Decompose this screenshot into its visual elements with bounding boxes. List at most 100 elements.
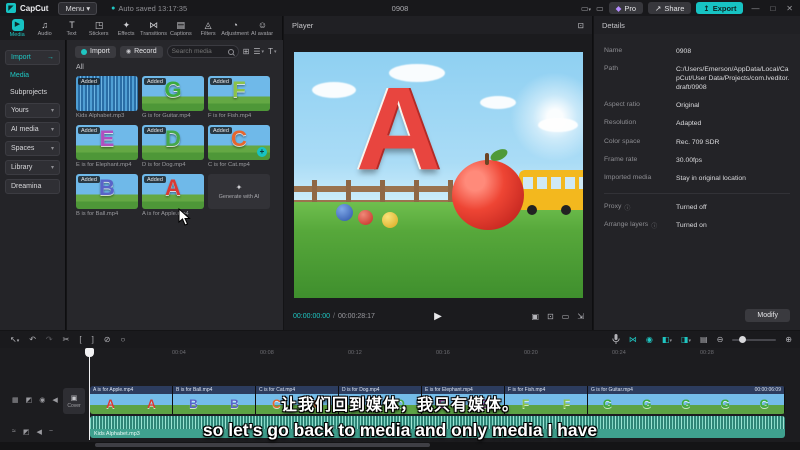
trim-left-icon[interactable]: [	[79, 335, 81, 344]
fullscreen-icon[interactable]: ⇲	[577, 312, 584, 321]
add-to-timeline-button[interactable]: +	[257, 147, 267, 157]
media-item-g-guitar[interactable]: Added G G is for Guitar.mp4	[142, 76, 204, 119]
tab-ai-avatar[interactable]: ☺ AI avatar	[249, 20, 276, 37]
tab-text[interactable]: T Text	[58, 20, 85, 37]
zoom-in-icon[interactable]: ⊕	[785, 335, 792, 344]
effects-icon: ✦	[122, 19, 131, 30]
ruler-tick: 00:16	[436, 350, 450, 356]
sidebar-item-spaces[interactable]: Spaces ▾	[5, 141, 60, 156]
tab-captions[interactable]: ▤ Captions	[167, 20, 194, 37]
import-button[interactable]: Import	[75, 45, 116, 58]
detail-row-frame-rate: Frame rate 30.00fps	[604, 155, 703, 164]
sidebar-item-media[interactable]: Media	[5, 69, 60, 82]
detail-row-color-space: Color space Rec. 709 SDR	[604, 137, 720, 146]
link-toggle-icon[interactable]: ◉	[646, 335, 653, 344]
media-item-c-cat[interactable]: Added C + C is for Cat.mp4	[208, 125, 270, 168]
subtitle-chinese: 让我们回到媒体，我只有媒体。	[280, 397, 519, 414]
playhead-handle[interactable]	[85, 348, 94, 357]
generate-with-ai-card[interactable]: ✦ Generate with AI	[208, 174, 270, 217]
trim-right-icon[interactable]: ]	[92, 335, 94, 344]
added-badge: Added	[210, 127, 232, 134]
snap-toggle-icon[interactable]: ◧▾	[662, 335, 672, 344]
player-title: Player	[292, 20, 314, 30]
tab-transitions[interactable]: ⋈ Transitions	[140, 20, 167, 37]
ripple-toggle-icon[interactable]: ◨▾	[681, 335, 691, 344]
modify-button[interactable]: Modify	[745, 309, 790, 322]
detach-player-icon[interactable]: ⊡	[578, 21, 584, 30]
slider-knob[interactable]	[739, 336, 747, 343]
sidebar-item-library[interactable]: Library ▾	[5, 160, 60, 175]
minimize-button[interactable]: —	[748, 4, 762, 13]
chevron-down-icon: ▾	[50, 165, 54, 171]
detail-row-resolution: Resolution Adapted	[604, 119, 702, 128]
player-panel: Player ⊡ A 00:00:00:00 / 00:00:28:17 ▶ ▣ …	[284, 16, 593, 330]
tab-adjustment[interactable]: ◔ Adjustment	[221, 20, 249, 37]
ruler-tick: 00:28	[700, 350, 714, 356]
media-item-e-elephant[interactable]: Added E E is for Elephant.mp4	[76, 125, 138, 168]
tab-media[interactable]: ▶ Media	[4, 18, 31, 38]
mask-icon[interactable]: ○	[121, 335, 126, 344]
sidebar-item-ai-media[interactable]: AI media ▾	[5, 122, 60, 137]
ratio-icon[interactable]: ▭	[562, 312, 570, 321]
added-badge: Added	[210, 78, 232, 85]
ruler-tick: 00:04	[172, 350, 186, 356]
magnet-toggle-icon[interactable]: ⋈	[629, 335, 637, 344]
tab-effects[interactable]: ✦ Effects	[113, 20, 140, 37]
maximize-button[interactable]: □	[767, 4, 778, 13]
media-item-name: A is for Apple.mp4	[142, 211, 189, 217]
export-button[interactable]: ↥ Export	[696, 2, 744, 14]
filter-type-icon[interactable]: T ▾	[268, 47, 276, 56]
delete-icon[interactable]: ⊘	[104, 335, 111, 344]
layout-switch-icon[interactable]: ▭▾	[581, 4, 591, 13]
sidebar-item-import[interactable]: Import →	[5, 50, 60, 65]
media-item-a-apple[interactable]: Added A A is for Apple.mp4	[142, 174, 204, 217]
details-panel: Details Name 0908 Path C:/Users/Emerson/Ap…	[594, 16, 800, 330]
player-controls: 00:00:00:00 / 00:00:28:17 ▶ ▣ ⊡ ▭ ⇲	[284, 306, 592, 326]
tab-stickers[interactable]: ◳ Stickers	[86, 20, 113, 37]
redo-icon[interactable]: ↷	[46, 335, 53, 344]
media-icon: ▶	[11, 18, 24, 31]
media-item-name: C is for Cat.mp4	[208, 162, 250, 168]
pro-button[interactable]: ◆ Pro	[608, 2, 644, 14]
ruler-tick: 00:24	[612, 350, 626, 356]
apple-graphic	[452, 153, 524, 230]
voiceover-mic-icon[interactable]	[612, 334, 620, 345]
transitions-icon: ⋈	[149, 19, 159, 30]
timeline-zoom-slider[interactable]	[732, 336, 777, 343]
snapshot-icon[interactable]: ▣	[531, 312, 539, 321]
sidebar-item-dreamina[interactable]: Dreamina	[5, 179, 60, 194]
tab-audio[interactable]: ♫ Audio	[31, 20, 58, 37]
zoom-out-icon[interactable]: ⊖	[717, 335, 724, 344]
search-input[interactable]	[171, 48, 225, 55]
undo-icon[interactable]: ↶	[29, 335, 36, 344]
captions-icon: ▤	[176, 19, 186, 30]
section-label-all[interactable]: All	[76, 64, 84, 71]
tab-filters[interactable]: ◬ Filters	[195, 20, 222, 37]
panel-toggle-icon[interactable]: ▭	[596, 4, 604, 13]
autosave-dot-icon: ●	[111, 4, 116, 12]
media-item-b-ball[interactable]: Added B B is for Ball.mp4	[76, 174, 138, 217]
record-button[interactable]: ◉ Record	[119, 45, 163, 58]
media-item-kids-alphabet[interactable]: Added Kids Alphabet.mp3	[76, 76, 138, 119]
timeline-ruler[interactable]: 00:04 00:08 00:12 00:16 00:20 00:24 00:2…	[0, 348, 800, 359]
timeline-toolbar: ↖▾ ↶ ↷ ✂ [ ] ⊘ ○ ⋈ ◉ ◧▾ ◨▾ ▤ ⊖ ⊕	[0, 331, 800, 348]
search-box[interactable]	[166, 45, 239, 58]
close-button[interactable]: ✕	[783, 4, 796, 13]
menu-button[interactable]: Menu ▾	[58, 1, 98, 15]
info-icon: ⓘ	[651, 224, 658, 231]
sidebar-item-yours[interactable]: Yours ▾	[5, 103, 60, 118]
horizontal-scrollbar[interactable]	[95, 443, 430, 447]
select-tool-icon[interactable]: ↖▾	[10, 335, 19, 344]
media-item-d-dog[interactable]: Added D D is for Dog.mp4	[142, 125, 204, 168]
sidebar-item-subprojects[interactable]: Subprojects	[5, 86, 60, 99]
share-button[interactable]: ↗ Share	[648, 2, 692, 14]
sort-icon[interactable]: ☰ ▾	[253, 47, 264, 56]
split-icon[interactable]: ✂	[63, 335, 70, 344]
autosave-status: ● Auto saved 13:17:35	[111, 4, 187, 13]
view-grid-icon[interactable]: ⊞	[243, 47, 250, 56]
filmstrip-view-icon[interactable]: ▤	[700, 335, 708, 344]
export-icon: ↥	[703, 3, 710, 13]
subtitle-english: so let's go back to media and only media…	[202, 420, 598, 440]
preview-quality-icon[interactable]: ⊡	[547, 312, 554, 321]
media-item-f-fish[interactable]: Added F F is for Fish.mp4	[208, 76, 270, 119]
